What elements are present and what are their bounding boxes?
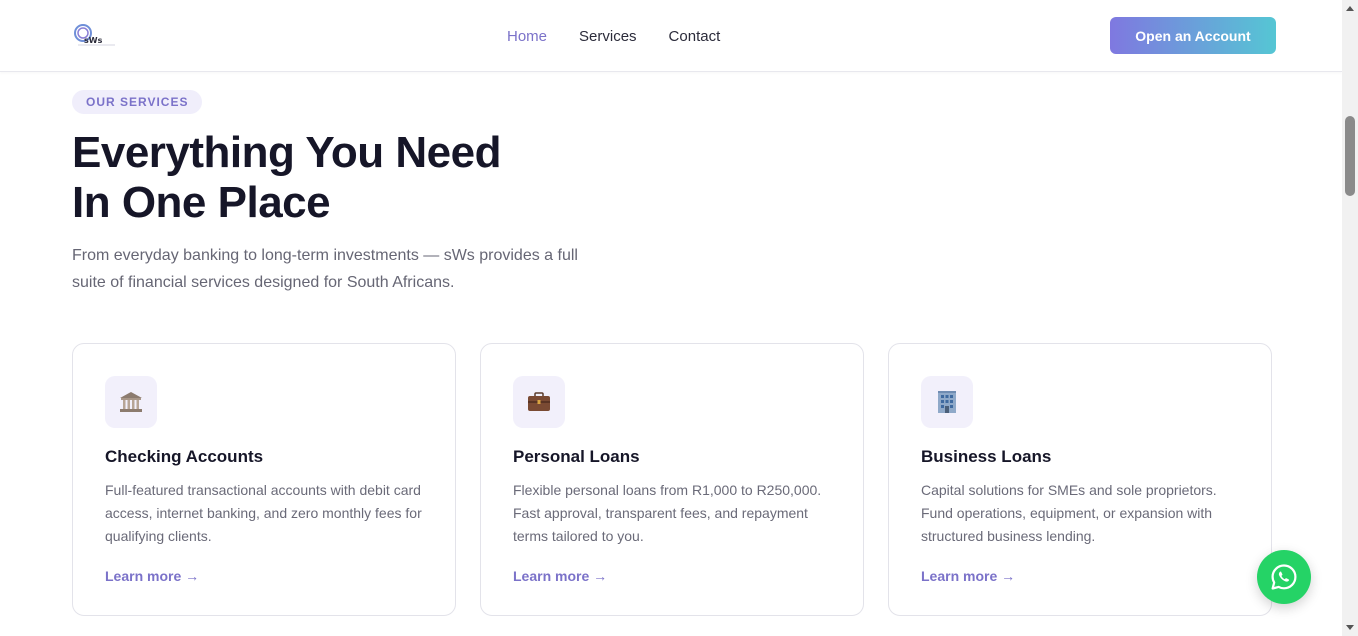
headline-line-1: Everything You Need [72, 128, 501, 177]
scroll-down-arrow-icon[interactable] [1346, 625, 1354, 630]
card-title: Checking Accounts [105, 447, 264, 466]
nav-home[interactable]: Home [507, 28, 547, 46]
learn-more-link[interactable]: Learn more → [921, 568, 1015, 584]
card-title: Business Loans [921, 447, 1052, 466]
office-building-icon [921, 376, 973, 428]
whatsapp-icon [1271, 564, 1297, 590]
service-card-checking: Checking Accounts Full-featured transact… [72, 343, 456, 616]
section-badge: OUR SERVICES [72, 90, 203, 114]
service-card-personal-loans: Personal Loans Flexible personal loans f… [480, 343, 864, 616]
site-header: sWs Home Services Contact Open an Accoun… [0, 0, 1342, 72]
main-nav: Home Services Contact [507, 28, 720, 46]
scrollbar-thumb[interactable] [1345, 116, 1355, 196]
vertical-scrollbar[interactable] [1342, 0, 1358, 636]
page: sWs Home Services Contact Open an Accoun… [0, 0, 1342, 636]
learn-more-link[interactable]: Learn more → [105, 568, 199, 584]
card-description: Full-featured transactional accounts wit… [105, 482, 422, 544]
scroll-up-arrow-icon[interactable] [1346, 6, 1354, 11]
card-title: Personal Loans [513, 447, 640, 466]
section-intro: From everyday banking to long-term inves… [72, 247, 578, 291]
card-description: Capital solutions for SMEs and sole prop… [921, 482, 1217, 544]
open-account-button[interactable]: Open an Account [1110, 17, 1276, 54]
learn-more-link[interactable]: Learn more → [513, 568, 607, 584]
bank-icon [105, 376, 157, 428]
page-title: Everything You Need In One Place [72, 128, 592, 228]
svg-text:sWs: sWs [84, 36, 103, 45]
nav-services[interactable]: Services [579, 28, 637, 46]
whatsapp-button[interactable] [1257, 550, 1311, 604]
sws-logo[interactable]: sWs [72, 22, 116, 48]
nav-contact[interactable]: Contact [669, 28, 721, 46]
card-description: Flexible personal loans from R1,000 to R… [513, 482, 822, 544]
service-card-business-loans: Business Loans Capital solutions for SME… [888, 343, 1272, 616]
headline-line-2: In One Place [72, 178, 331, 227]
briefcase-icon [513, 376, 565, 428]
